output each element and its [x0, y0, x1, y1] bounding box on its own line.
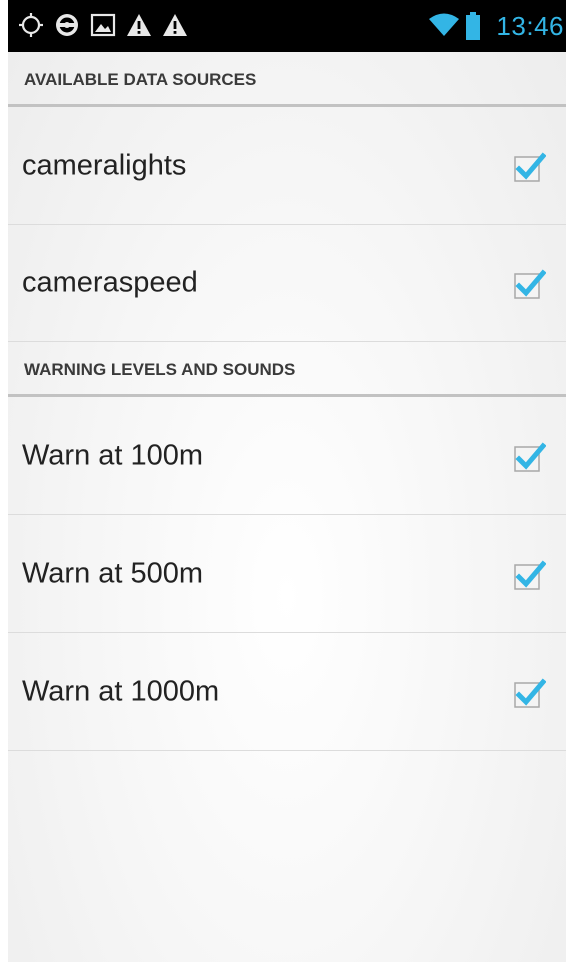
pref-label: Warn at 1000m — [22, 675, 220, 707]
pref-row-cameralights[interactable]: cameralights — [8, 107, 566, 225]
checkbox-cameraspeed[interactable] — [514, 269, 546, 301]
checkbox-warn-500m[interactable] — [514, 559, 546, 592]
pref-row-warn-100m[interactable]: Warn at 100m — [8, 397, 566, 515]
pref-label: cameraspeed — [22, 266, 198, 299]
pref-label: Warn at 500m — [22, 557, 204, 589]
warning-icon — [162, 12, 188, 38]
checkbox-cameralights[interactable] — [514, 151, 546, 184]
steering-wheel-icon — [54, 12, 80, 38]
pref-row-warn-1000m[interactable]: Warn at 1000m — [8, 633, 566, 751]
checkbox-warn-1000m[interactable] — [514, 677, 546, 710]
preferences-list: AVAILABLE DATA SOURCES cameralights came… — [8, 52, 566, 751]
pref-row-warn-500m[interactable]: Warn at 500m — [8, 515, 566, 633]
pref-label: Warn at 100m — [22, 439, 204, 471]
checkbox-warn-100m[interactable] — [514, 441, 546, 474]
checked-checkbox-icon — [514, 151, 546, 182]
checked-checkbox-icon — [514, 559, 546, 590]
status-bar: 13:46 — [8, 0, 566, 52]
clock: 13:46 — [496, 11, 564, 41]
checked-checkbox-icon — [514, 441, 546, 472]
pref-label: cameralights — [22, 149, 187, 181]
wifi-icon — [428, 12, 460, 38]
checked-checkbox-icon — [514, 269, 546, 299]
checked-checkbox-icon — [514, 677, 546, 708]
location-circle-icon — [18, 12, 44, 38]
category-header-warning-levels: WARNING LEVELS AND SOUNDS — [8, 341, 566, 397]
category-header-data-sources: AVAILABLE DATA SOURCES — [8, 52, 566, 107]
settings-screen: 13:46 AVAILABLE DATA SOURCES cameralight… — [0, 0, 574, 962]
battery-icon — [466, 12, 480, 40]
pref-row-cameraspeed[interactable]: cameraspeed — [8, 225, 566, 341]
image-icon — [90, 12, 116, 38]
warning-icon — [126, 12, 152, 38]
